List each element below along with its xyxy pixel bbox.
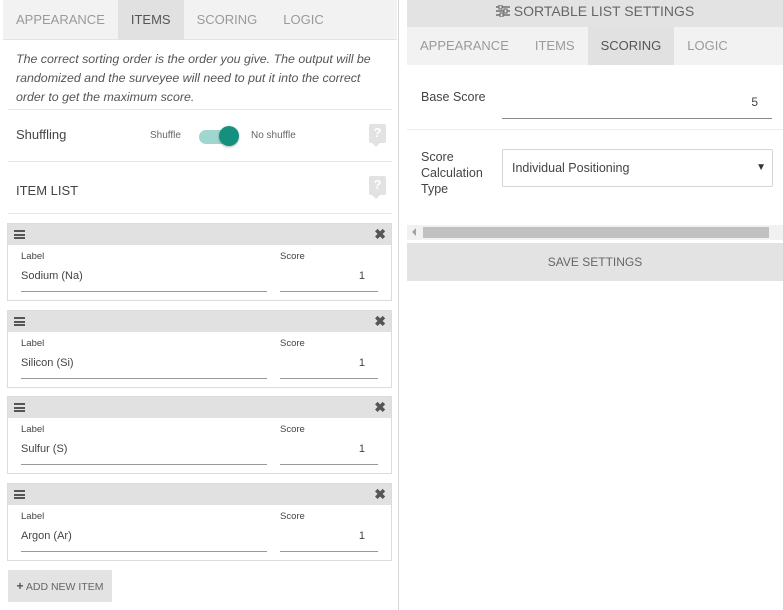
add-new-item-button[interactable]: + ADD NEW ITEM (8, 570, 112, 602)
close-icon[interactable]: ✖ (374, 398, 386, 417)
label-input[interactable]: Argon (Ar) (21, 525, 267, 552)
tab-appearance[interactable]: APPEARANCE (407, 27, 522, 65)
tab-items[interactable]: ITEMS (117, 0, 184, 39)
label-caption: Label (21, 251, 45, 262)
settings-title-bar: SORTABLE LIST SETTINGS (407, 0, 783, 27)
list-item: ✖ Label Score Argon (Ar) 1 (7, 483, 392, 561)
settings-tabs: APPEARANCE ITEMS SCORING LOGIC (407, 27, 783, 65)
settings-panel: SORTABLE LIST SETTINGS APPEARANCE ITEMS … (407, 0, 783, 610)
label-input[interactable]: Sodium (Na) (21, 265, 267, 292)
drag-handle-icon[interactable] (14, 230, 25, 239)
base-score-input[interactable]: 5 (502, 92, 772, 119)
item-editor-panel: APPEARANCE ITEMS SCORING LOGIC The corre… (0, 0, 399, 610)
shuffle-option-label: Shuffle (150, 130, 181, 141)
tab-items[interactable]: ITEMS (522, 27, 588, 65)
tab-logic[interactable]: LOGIC (674, 27, 740, 65)
label-input[interactable]: Sulfur (S) (21, 438, 267, 465)
tab-scoring[interactable]: SCORING (184, 0, 271, 39)
plus-icon: + (16, 579, 24, 593)
sliders-icon (495, 1, 510, 23)
score-caption: Score (280, 511, 305, 522)
close-icon[interactable]: ✖ (374, 225, 386, 244)
settings-title: SORTABLE LIST SETTINGS (513, 3, 695, 19)
score-input[interactable]: 1 (280, 265, 378, 292)
tab-scoring[interactable]: SCORING (587, 27, 675, 65)
item-header: ✖ (8, 311, 391, 332)
add-new-item-label: ADD NEW ITEM (25, 581, 104, 593)
selected-value: Individual Positioning (512, 161, 630, 175)
item-header: ✖ (8, 484, 391, 505)
score-input[interactable]: 1 (280, 525, 378, 552)
score-calculation-type-select[interactable]: Individual Positioning ▼ (502, 149, 773, 187)
divider (8, 213, 392, 214)
help-icon[interactable]: ? (369, 124, 386, 147)
score-input[interactable]: 1 (280, 438, 378, 465)
item-header: ✖ (8, 397, 391, 418)
drag-handle-icon[interactable] (14, 317, 25, 326)
tab-appearance[interactable]: APPEARANCE (3, 0, 118, 39)
score-caption: Score (280, 424, 305, 435)
no-shuffle-option-label: No shuffle (251, 130, 296, 141)
shuffle-toggle[interactable] (199, 126, 239, 146)
close-icon[interactable]: ✖ (374, 312, 386, 331)
sorting-description: The correct sorting order is the order y… (16, 52, 371, 104)
help-icon[interactable]: ? (369, 176, 386, 199)
close-icon[interactable]: ✖ (374, 485, 386, 504)
divider (8, 109, 392, 110)
shuffling-label: Shuffling (16, 127, 67, 142)
toggle-knob (219, 126, 239, 146)
score-calculation-type-label: Score Calculation Type (421, 150, 483, 196)
label-caption: Label (21, 511, 45, 522)
label-input[interactable]: Silicon (Si) (21, 352, 267, 379)
score-caption: Score (280, 251, 305, 262)
score-input[interactable]: 1 (280, 352, 378, 379)
divider (8, 161, 392, 162)
item-list-label: ITEM LIST (16, 183, 79, 198)
editor-tabs: APPEARANCE ITEMS SCORING LOGIC (3, 0, 397, 40)
scoring-form: Base Score 5 Score Calculation Type Indi… (407, 65, 783, 225)
horizontal-scrollbar[interactable] (407, 225, 783, 240)
scroll-left-icon[interactable] (412, 228, 416, 236)
chevron-down-icon: ▼ (756, 162, 766, 173)
list-item: ✖ Label Score Sodium (Na) 1 (7, 223, 392, 301)
score-caption: Score (280, 338, 305, 349)
scrollbar-thumb[interactable] (423, 227, 769, 238)
label-caption: Label (21, 338, 45, 349)
list-item: ✖ Label Score Silicon (Si) 1 (7, 310, 392, 388)
save-settings-button[interactable]: SAVE SETTINGS (407, 243, 783, 281)
tab-logic[interactable]: LOGIC (270, 0, 336, 39)
base-score-label: Base Score (421, 90, 486, 104)
list-item: ✖ Label Score Sulfur (S) 1 (7, 396, 392, 474)
label-caption: Label (21, 424, 45, 435)
drag-handle-icon[interactable] (14, 403, 25, 412)
item-header: ✖ (8, 224, 391, 245)
divider (407, 129, 783, 130)
drag-handle-icon[interactable] (14, 490, 25, 499)
